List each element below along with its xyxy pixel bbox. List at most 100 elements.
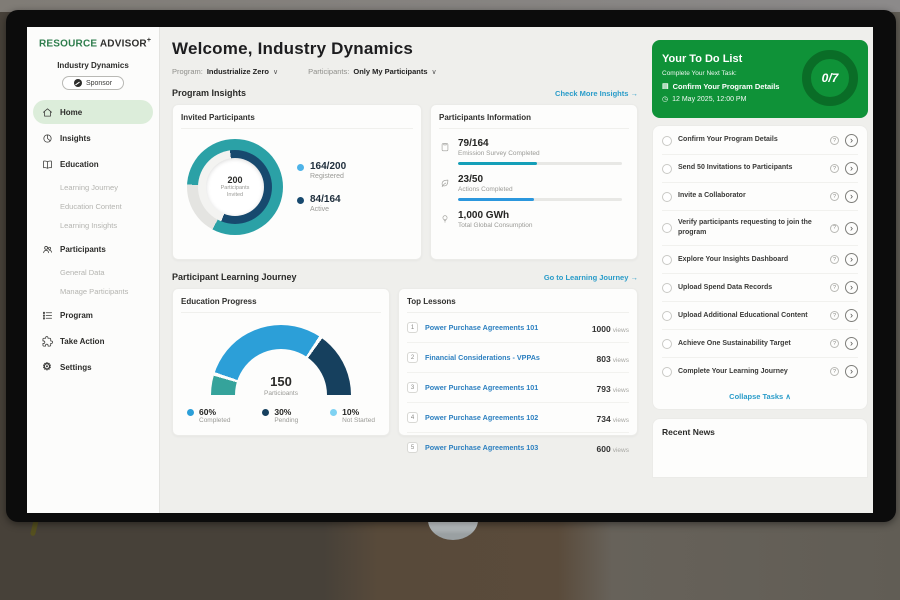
legend-not-started: 10% Not Started [330, 407, 375, 424]
chevron-right-icon[interactable]: › [845, 190, 858, 203]
lesson-link[interactable]: Power Purchase Agreements 102 [425, 413, 590, 422]
task-row[interactable]: Complete Your Learning Journey ? › [662, 358, 858, 385]
sidebar: RESOURCE ADVISOR+ Industry Dynamics Spon… [27, 27, 160, 513]
sidebar-item-settings[interactable]: ⚙ Settings [33, 355, 153, 379]
rank-badge: 3 [407, 382, 418, 393]
chevron-up-icon: ∧ [785, 392, 791, 401]
help-icon: ? [830, 367, 839, 376]
dashboard-screen: RESOURCE ADVISOR+ Industry Dynamics Spon… [27, 27, 873, 513]
sidebar-item-manage-participants[interactable]: Manage Participants [33, 282, 153, 301]
card-title: Top Lessons [407, 297, 629, 313]
task-row[interactable]: Upload Additional Educational Content ? … [662, 302, 858, 330]
todo-subtitle: Complete Your Next Task: [662, 70, 779, 77]
donut-center-label: Participants Invited [215, 185, 255, 199]
todo-due-date: ◷ 12 May 2025, 12:00 PM [662, 96, 779, 103]
lesson-row[interactable]: 5 Power Purchase Agreements 103 600views [407, 433, 629, 462]
task-row[interactable]: Achieve One Sustainability Target ? › [662, 330, 858, 358]
gauge-center-value: 150 [270, 374, 292, 389]
lesson-link[interactable]: Power Purchase Agreements 103 [425, 443, 590, 452]
logo-plus: + [147, 37, 151, 44]
sidebar-item-education-content[interactable]: Education Content [33, 197, 153, 216]
filters-bar: Program: Industrialize Zero ∨ Participan… [172, 67, 638, 76]
chevron-right-icon[interactable]: › [845, 281, 858, 294]
task-row[interactable]: Explore Your Insights Dashboard ? › [662, 246, 858, 274]
lesson-row[interactable]: 2 Financial Considerations - VPPAs 803vi… [407, 343, 629, 373]
chevron-right-icon[interactable]: › [845, 253, 858, 266]
task-row[interactable]: Send 50 Invitations to Participants ? › [662, 155, 858, 183]
program-filter[interactable]: Program: Industrialize Zero ∨ [172, 67, 278, 76]
chevron-right-icon[interactable]: › [845, 309, 858, 322]
sidebar-item-insights[interactable]: Insights [33, 126, 153, 150]
help-icon: ? [830, 136, 839, 145]
card-title: Education Progress [181, 297, 381, 313]
sidebar-item-take-action[interactable]: Take Action [33, 329, 153, 353]
app-logo: RESOURCE ADVISOR+ [33, 37, 153, 49]
donut-inner-ring: 200 Participants Invited [198, 150, 272, 224]
chevron-right-icon[interactable]: › [845, 134, 858, 147]
lesson-row[interactable]: 3 Power Purchase Agreements 101 793views [407, 373, 629, 403]
clipboard-icon [439, 142, 450, 152]
emission-progress-bar [458, 162, 622, 165]
participants-icon [41, 243, 53, 255]
task-row[interactable]: Upload Spend Data Records ? › [662, 274, 858, 302]
sponsor-badge: Sponsor [62, 76, 124, 90]
todo-progress-value: 0/7 [822, 71, 839, 85]
go-to-learning-journey-link[interactable]: Go to Learning Journey → [544, 273, 638, 282]
task-checkbox[interactable] [662, 164, 672, 174]
help-icon: ? [830, 164, 839, 173]
task-checkbox[interactable] [662, 192, 672, 202]
task-row[interactable]: Invite a Collaborator ? › [662, 183, 858, 211]
org-name: Industry Dynamics [33, 61, 153, 70]
chevron-right-icon[interactable]: › [845, 337, 858, 350]
rank-badge: 2 [407, 352, 418, 363]
sidebar-item-participants[interactable]: Participants [33, 237, 153, 261]
sidebar-item-label: Insights [60, 134, 91, 143]
recent-news-title: Recent News [662, 427, 858, 437]
chevron-right-icon[interactable]: › [845, 365, 858, 378]
photo-background: RESOURCE ADVISOR+ Industry Dynamics Spon… [0, 0, 900, 600]
task-checkbox[interactable] [662, 339, 672, 349]
education-icon [41, 158, 53, 170]
lesson-link[interactable]: Power Purchase Agreements 101 [425, 383, 590, 392]
help-icon: ? [830, 255, 839, 264]
sidebar-item-home[interactable]: Home [33, 100, 153, 124]
task-row[interactable]: Confirm Your Program Details ? › [662, 127, 858, 155]
rank-badge: 1 [407, 322, 418, 333]
sidebar-item-general-data[interactable]: General Data [33, 263, 153, 282]
task-row[interactable]: Verify participants requesting to join t… [662, 211, 858, 246]
donut-center-value: 200 [227, 175, 242, 185]
task-checkbox[interactable] [662, 255, 672, 265]
lesson-link[interactable]: Power Purchase Agreements 101 [425, 323, 585, 332]
check-more-insights-link[interactable]: Check More Insights → [555, 89, 638, 98]
sidebar-item-learning-insights[interactable]: Learning Insights [33, 216, 153, 235]
chevron-right-icon[interactable]: › [845, 222, 858, 235]
sidebar-nav: Home Insights Education Learning Journey… [33, 100, 153, 379]
take-action-icon [41, 335, 53, 347]
task-checkbox[interactable] [662, 223, 672, 233]
help-icon: ? [830, 283, 839, 292]
task-checkbox[interactable] [662, 311, 672, 321]
task-checkbox[interactable] [662, 283, 672, 293]
task-checkbox[interactable] [662, 136, 672, 146]
lesson-row[interactable]: 1 Power Purchase Agreements 101 1000view… [407, 313, 629, 343]
todo-task-list: Confirm Your Program Details ? › Send 50… [652, 125, 868, 410]
participants-filter[interactable]: Participants: Only My Participants ∨ [308, 67, 437, 76]
section-title: Participant Learning Journey [172, 272, 297, 282]
rank-badge: 5 [407, 442, 418, 453]
sidebar-item-education[interactable]: Education [33, 152, 153, 176]
leaf-icon [439, 178, 450, 188]
lesson-row[interactable]: 4 Power Purchase Agreements 102 734views [407, 403, 629, 433]
lesson-link[interactable]: Financial Considerations - VPPAs [425, 353, 590, 362]
task-checkbox[interactable] [662, 367, 672, 377]
sidebar-item-learning-journey[interactable]: Learning Journey [33, 178, 153, 197]
completed-dot-icon [187, 409, 194, 416]
stat-actions-completed: 23/50 Actions Completed [439, 174, 629, 201]
learning-journey-header: Participant Learning Journey Go to Learn… [172, 272, 638, 282]
collapse-tasks-link[interactable]: Collapse Tasks ∧ [662, 385, 858, 405]
actions-progress-bar [458, 198, 622, 201]
section-title: Program Insights [172, 88, 246, 98]
logo-advisor: ADVISOR [100, 38, 147, 49]
chevron-right-icon[interactable]: › [845, 162, 858, 175]
sponsor-label: Sponsor [86, 80, 112, 87]
sidebar-item-program[interactable]: Program [33, 303, 153, 327]
